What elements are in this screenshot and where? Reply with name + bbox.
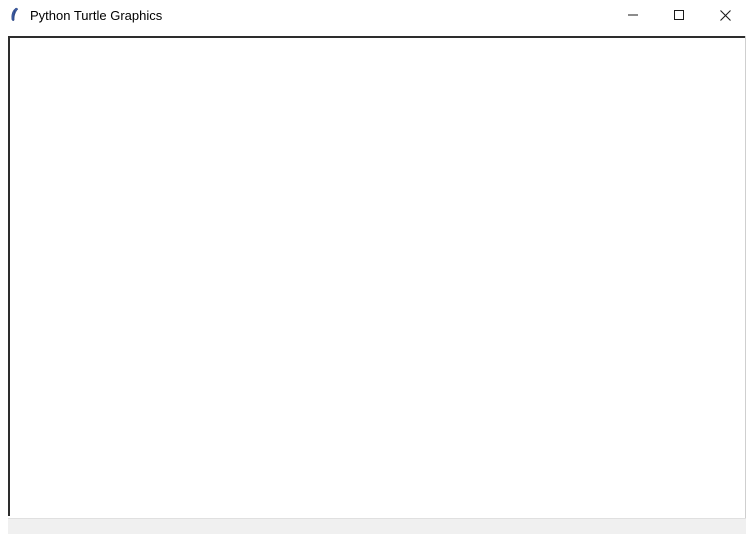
minimize-button[interactable]	[610, 0, 656, 30]
horizontal-scrollbar[interactable]	[8, 518, 746, 534]
window-title: Python Turtle Graphics	[30, 8, 162, 23]
turtle-drawing	[8, 36, 308, 186]
window-controls	[610, 0, 748, 30]
titlebar: Python Turtle Graphics	[0, 0, 750, 30]
maximize-button[interactable]	[656, 0, 702, 30]
canvas-border	[745, 36, 746, 534]
titlebar-left: Python Turtle Graphics	[8, 7, 162, 23]
close-button[interactable]	[702, 0, 748, 30]
feather-icon	[8, 7, 24, 23]
turtle-canvas[interactable]	[8, 36, 746, 534]
